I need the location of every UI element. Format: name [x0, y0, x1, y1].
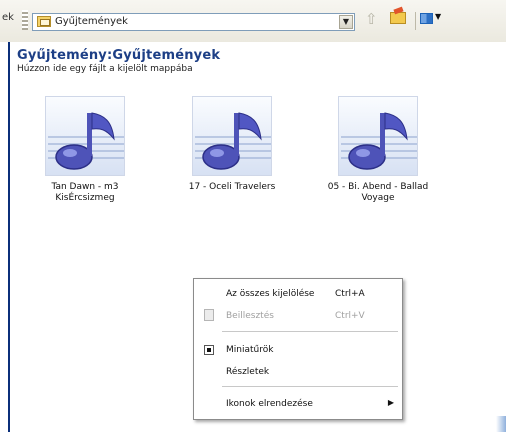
music-note-icon [338, 96, 418, 176]
list-item[interactable]: 17 - Oceli Travelers [172, 96, 292, 193]
address-text: Gyűjtemények [55, 16, 128, 27]
menu-item-paste[interactable]: Beillesztés Ctrl+V [194, 307, 402, 325]
music-note-icon [192, 96, 272, 176]
folders-icon[interactable] [390, 12, 406, 24]
toolbar-edge-text: ek [2, 12, 14, 23]
menu-item-arrange-icons[interactable]: Ikonok elrendezése ▶ [194, 395, 402, 413]
views-menu-icon[interactable]: ▼ [420, 12, 444, 28]
context-menu: Az összes kijelölése Ctrl+A Beillesztés … [193, 278, 403, 420]
item-label: 05 - Bi. Abend - Ballad Voyage [327, 182, 429, 203]
checkmark-icon [204, 345, 214, 355]
music-note-icon [45, 96, 125, 176]
item-label: 17 - Oceli Travelers [188, 182, 276, 192]
folder-up-icon[interactable]: ⇧ [365, 10, 378, 28]
paste-icon [204, 309, 214, 321]
list-item[interactable]: 05 - Bi. Abend - Ballad Voyage [318, 96, 438, 204]
view-border [8, 42, 10, 432]
menu-item-thumbnails[interactable]: Miniatűrök [194, 341, 402, 359]
scroll-corner [496, 416, 506, 432]
menu-separator [222, 386, 398, 387]
page-subtitle: Húzzon ide egy fájlt a kijelölt mappába [17, 64, 193, 74]
submenu-arrow-icon: ▶ [387, 398, 394, 407]
toolbar: ek Gyűjtemények ▼ ⇧ ▼ [0, 0, 506, 42]
item-label: Tan Dawn - m3 KisÉrcsizmeg [51, 182, 119, 203]
folder-icon [37, 16, 51, 27]
menu-item-select-all[interactable]: Az összes kijelölése Ctrl+A [194, 285, 402, 303]
menu-separator [222, 331, 398, 332]
address-dropdown-button[interactable]: ▼ [339, 15, 353, 29]
toolbar-grip[interactable] [22, 10, 28, 30]
address-combo[interactable]: Gyűjtemények ▼ [32, 13, 355, 31]
list-item[interactable]: Tan Dawn - m3 KisÉrcsizmeg [25, 96, 145, 204]
toolbar-separator [415, 12, 416, 30]
page-title: Gyűjtemény:Gyűjtemények [17, 48, 221, 63]
menu-item-details[interactable]: Részletek [194, 363, 402, 381]
collection-header: Gyűjtemény:Gyűjtemények Húzzon ide egy f… [17, 48, 220, 74]
